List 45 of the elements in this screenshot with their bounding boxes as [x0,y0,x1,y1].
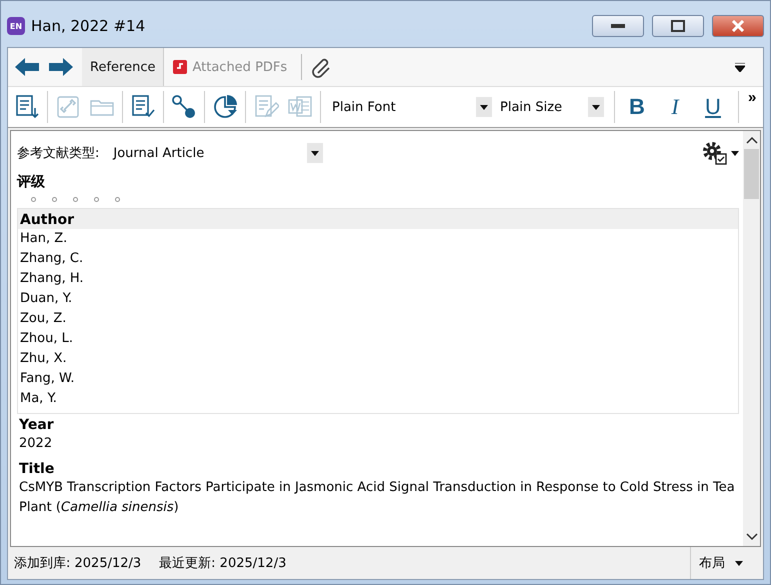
field-label: 评级 [17,173,46,191]
empty-rating-dot[interactable] [115,197,120,202]
caret-icon [735,560,743,566]
maximize-icon [671,20,685,32]
empty-rating-dot[interactable] [52,197,57,202]
empty-rating-dot[interactable] [31,197,36,202]
caret-icon[interactable] [731,150,739,156]
font-dropdown[interactable]: Plain Font [324,97,492,117]
field-label: Year [18,416,55,434]
scroll-up-icon[interactable] [746,135,758,145]
empty-rating-dot[interactable] [73,197,78,202]
gear-check-icon[interactable] [701,140,729,166]
layout-dropdown[interactable]: 布局 [690,547,763,579]
back-arrow-icon[interactable] [14,57,40,77]
window-title: Han, 2022 #14 [31,17,146,35]
tab[interactable]: Reference [82,48,164,86]
more-button[interactable]: » [742,89,762,106]
date-updated: 最近更新: 2025/12/3 [159,555,286,572]
date-added: 添加到库: 2025/12/3 [14,555,142,572]
empty-rating-dot[interactable] [94,197,99,202]
field-label: 参考文献类型: [17,145,100,162]
underline-button[interactable]: U [694,94,732,120]
dropdown-icon[interactable] [735,62,745,72]
field-label: Title [18,460,56,478]
caret-icon [592,104,600,110]
italic-button[interactable]: I [656,94,694,120]
close-button[interactable] [712,15,764,37]
pdf-icon [172,59,188,75]
field-value[interactable]: 2022 [17,434,739,458]
minimize-button[interactable] [592,15,644,37]
forward-arrow-icon[interactable] [48,57,74,77]
reference-type-dropdown[interactable]: Journal Article [113,143,324,163]
field-value[interactable]: Han, Z. Zhang, C. Zhang, H. Duan, Y. Zou, Z. Zhou, L. Zhu, X. Fang, W. Ma, Y. [18,229,738,413]
caret-icon [480,104,488,110]
bold-button[interactable]: B [618,94,656,120]
field-value[interactable]: CsMYB Transcription Factors Participate in Jasmonic Acid Signal Transduction in Response to Cold Stress in Tea Plant (Camellia sinensis) [17,478,739,522]
app-badge: EN [7,17,25,35]
minimize-icon [611,24,625,28]
field-label: Author [18,209,738,229]
maximize-button[interactable] [652,15,704,37]
close-icon [731,20,745,32]
scroll-down-icon[interactable] [746,532,758,542]
scrollbar-thumb[interactable] [744,149,759,199]
size-dropdown[interactable]: Plain Size [492,97,604,117]
caret-icon [311,150,320,156]
